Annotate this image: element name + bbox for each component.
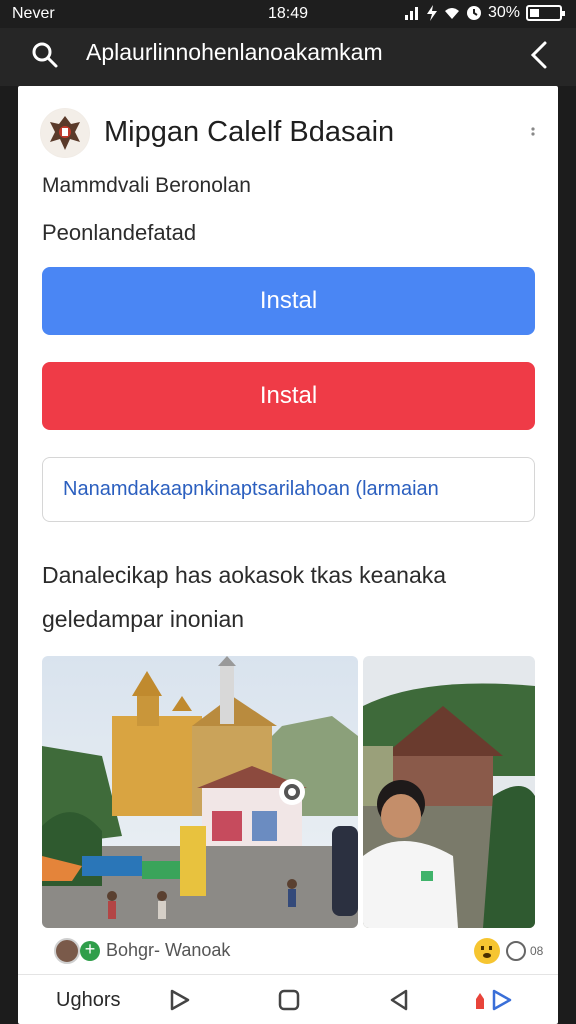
review-count: 08 <box>530 944 544 958</box>
nav-label[interactable]: Ughors <box>56 989 120 1012</box>
app-screenshot-1[interactable] <box>42 656 358 928</box>
app-bar-title: Aplaurlinnohenlanoakamkam <box>86 39 383 65</box>
install-button-primary[interactable]: Instal <box>42 267 535 335</box>
app-logo <box>40 108 90 158</box>
battery-icon <box>526 5 565 21</box>
app-name: Mipgan Calelf Bdasain <box>104 116 395 148</box>
search-icon[interactable] <box>30 40 60 70</box>
more-options-icon[interactable] <box>530 126 536 138</box>
app-detail-card: Mipgan Calelf Bdasain Mammdvali Beronola… <box>18 86 558 1024</box>
outline-link-button[interactable]: Nanamdakaapnkinaptsarilahoan (larmaian <box>42 457 535 522</box>
app-category: Peonlandefatad <box>42 220 197 245</box>
back-triangle-icon[interactable] <box>386 987 412 1013</box>
play-icon[interactable] <box>166 987 192 1013</box>
bottom-navigation: Ughors <box>18 974 558 1024</box>
share-icon[interactable] <box>466 987 516 1013</box>
app-bar: Aplaurlinnohenlanoakamkam <box>0 28 576 86</box>
app-screenshot-2[interactable] <box>363 656 535 928</box>
developer-name[interactable]: Mammdvali Beronolan <box>42 174 251 198</box>
emoji-icon[interactable] <box>474 938 500 964</box>
alarm-icon <box>466 6 481 20</box>
chevron-left-icon[interactable] <box>528 40 550 70</box>
flash-icon <box>426 5 437 21</box>
description-line-2: geledampar inonian <box>42 606 245 632</box>
signal-icon <box>404 7 418 20</box>
reviewer-name: Bohgr- Wanoak <box>106 940 231 960</box>
wifi-icon <box>444 8 459 19</box>
avatar <box>54 938 80 964</box>
clock-icon <box>506 941 526 961</box>
review-row[interactable]: Bohgr- Wanoak 08 <box>42 934 543 968</box>
square-icon[interactable] <box>276 987 302 1013</box>
status-icons: 30% <box>404 4 565 22</box>
add-icon[interactable] <box>80 939 100 961</box>
battery-percent: 30% <box>487 4 520 21</box>
status-bar: Never 18:49 30% <box>0 0 576 28</box>
install-button-secondary[interactable]: Instal <box>42 362 535 430</box>
description-line-1: Danalecikap has aokasok tkas keanaka <box>42 562 447 588</box>
